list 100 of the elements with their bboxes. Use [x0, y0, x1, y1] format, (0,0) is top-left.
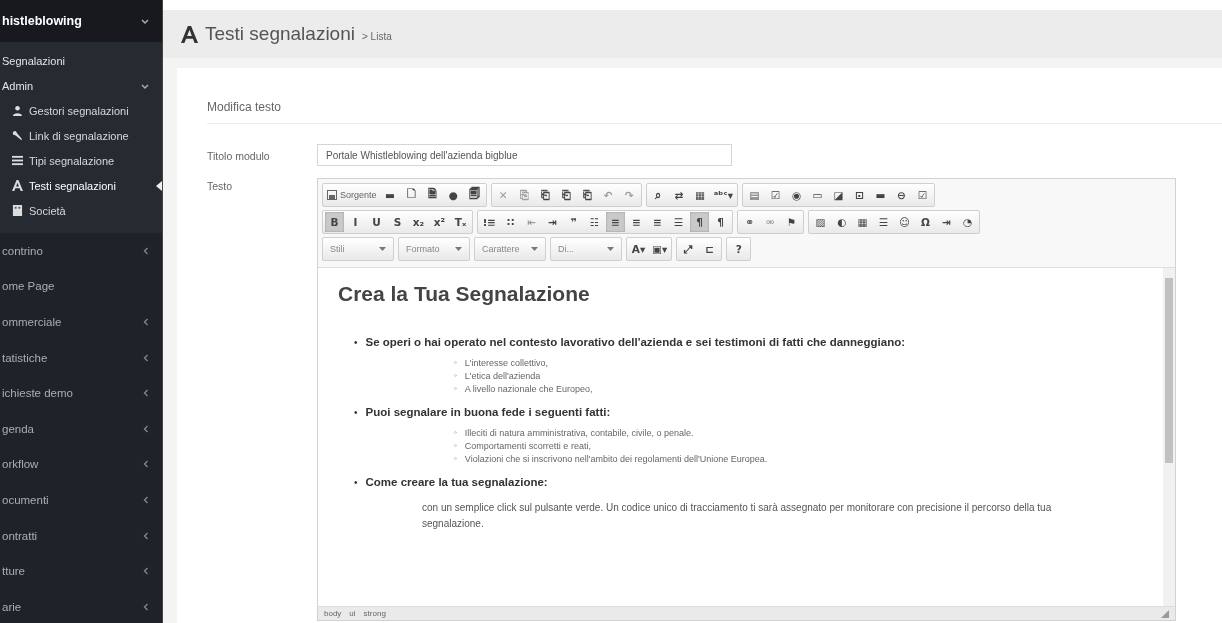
- toolbar-button[interactable]: ▦: [690, 185, 710, 205]
- sidebar-header[interactable]: histleblowing: [2, 14, 82, 28]
- toolbar-button[interactable]: ▬: [871, 185, 890, 205]
- toolbar-button[interactable]: ⊏: [700, 239, 720, 259]
- toolbar-dropdown[interactable]: Stili: [325, 239, 391, 259]
- toolbar-button[interactable]: ⌕: [648, 185, 668, 205]
- toolbar-button[interactable]: ◔: [958, 212, 977, 232]
- menu-item[interactable]: Tipi segnalazione: [29, 154, 115, 167]
- section-title: Come creare la tua segnalazione:: [365, 476, 548, 488]
- toolbar-button[interactable]: I: [346, 212, 365, 232]
- toolbar-button[interactable]: 🗋: [401, 185, 421, 205]
- toolbar-button[interactable]: ◐: [832, 212, 851, 232]
- toolbar-button[interactable]: ⚑: [782, 212, 801, 232]
- toolbar-button[interactable]: ▨: [811, 212, 830, 232]
- toolbar-button[interactable]: ◪: [829, 185, 848, 205]
- source-button[interactable]: Sorgente: [325, 185, 379, 205]
- toolbar-button[interactable]: ●: [443, 185, 463, 205]
- toolbar-button[interactable]: ▦: [853, 212, 872, 232]
- toolbar-button[interactable]: B: [325, 212, 344, 232]
- caret-icon: [531, 246, 538, 252]
- toolbar-button[interactable]: ◉: [787, 185, 806, 205]
- toolbar-button[interactable]: x₂: [409, 212, 428, 232]
- toolbar-button[interactable]: ¶: [711, 212, 730, 232]
- toolbar-button[interactable]: ?: [729, 239, 749, 259]
- menu-item[interactable]: tture: [2, 565, 25, 578]
- menu-item[interactable]: Segnalazioni: [2, 54, 65, 67]
- menu-item[interactable]: ichieste demo: [2, 387, 73, 400]
- toolbar-button[interactable]: ⤢: [679, 239, 699, 259]
- toolbar-button[interactable]: ⊖: [892, 185, 911, 205]
- scrollbar[interactable]: [1163, 268, 1175, 606]
- section-title: Puoi segnalare in buona fede i seguenti fatti:: [365, 406, 611, 418]
- list-icon: [12, 155, 23, 166]
- menu-item[interactable]: Gestori segnalazioni: [29, 104, 129, 117]
- toolbar-button[interactable]: U: [367, 212, 386, 232]
- list-item: L'etica dell'azienda: [464, 371, 541, 381]
- toolbar-button[interactable]: 🗐: [464, 185, 484, 205]
- toolbar-button[interactable]: ▭: [808, 185, 827, 205]
- menu-item[interactable]: ommerciale: [2, 316, 62, 328]
- toolbar-button[interactable]: Tₓ: [451, 212, 470, 232]
- menu-item[interactable]: ocumenti: [2, 493, 49, 506]
- toolbar-button[interactable]: ≡: [648, 212, 667, 232]
- element-path-link[interactable]: body: [324, 609, 342, 618]
- list-item: L'interesse collettivo,: [464, 358, 549, 368]
- toolbar-button[interactable]: ⊡: [850, 185, 869, 205]
- toolbar-button[interactable]: ∷: [501, 212, 520, 232]
- toolbar-button[interactable]: ☺: [895, 212, 914, 232]
- toolbar-button[interactable]: ⎗: [577, 185, 597, 205]
- toolbar-button[interactable]: A▾: [629, 239, 648, 259]
- menu-item[interactable]: genda: [2, 422, 34, 435]
- toolbar-button[interactable]: ▣▾: [650, 239, 670, 259]
- toolbar-button[interactable]: ☑: [766, 185, 785, 205]
- toolbar-button[interactable]: ᵃᵇᶜ▾: [711, 185, 735, 205]
- toolbar-button[interactable]: ⎗: [556, 185, 576, 205]
- menu-item[interactable]: ome Page: [2, 280, 55, 293]
- bullet: ◦: [454, 371, 457, 381]
- toolbar-button[interactable]: S: [388, 212, 407, 232]
- menu-item[interactable]: Admin: [2, 79, 34, 92]
- menu-item[interactable]: Testi segnalazioni: [29, 179, 116, 192]
- content-heading: Crea la Tua Segnalazione: [338, 282, 591, 306]
- menu-item[interactable]: arie: [2, 600, 22, 613]
- toolbar-button[interactable]: ⁝≡: [480, 212, 499, 232]
- menu-item[interactable]: contrino: [2, 244, 43, 257]
- menu-item[interactable]: Link di segnalazione: [29, 129, 129, 142]
- menu-item[interactable]: orkflow: [2, 458, 39, 471]
- toolbar-button[interactable]: ≡: [627, 212, 646, 232]
- toolbar-button[interactable]: 🗎: [422, 185, 442, 205]
- document-icon: [327, 190, 337, 200]
- toolbar-button[interactable]: ▤: [745, 185, 764, 205]
- element-path-link[interactable]: strong: [363, 609, 386, 618]
- toolbar-button[interactable]: ⚭: [740, 212, 759, 232]
- toolbar-button[interactable]: ⎗: [535, 185, 555, 205]
- menu-item[interactable]: tatistiche: [2, 351, 48, 364]
- toolbar-button[interactable]: ⇥: [937, 212, 956, 232]
- input-field[interactable]: Portale Whistleblowing dell'azienda bigblue: [317, 144, 732, 166]
- bullet: •: [354, 407, 358, 418]
- paragraph: con un semplice click sul pulsante verde. Un codice unico di tracciamento ti sarà assegnato per monitorare con precisione il percorso della tua segnalazione.: [422, 501, 1053, 531]
- breadcrumb[interactable]: > Lista: [362, 31, 392, 42]
- bullet: ◦: [454, 454, 457, 464]
- toolbar-button[interactable]: ¶: [690, 212, 709, 232]
- toolbar-button[interactable]: ☷: [585, 212, 604, 232]
- bullet: •: [354, 477, 358, 488]
- bullet: •: [354, 337, 358, 348]
- toolbar-button[interactable]: ▬: [380, 185, 400, 205]
- toolbar-button[interactable]: ❞: [564, 212, 583, 232]
- menu-item[interactable]: Società: [29, 204, 66, 217]
- menu-item[interactable]: ontratti: [2, 529, 38, 542]
- bullet: ◦: [454, 428, 457, 438]
- toolbar-button[interactable]: ⇥: [543, 212, 562, 232]
- element-path-link[interactable]: ul: [349, 609, 356, 618]
- resize-grip-icon[interactable]: [1161, 609, 1169, 618]
- toolbar-button[interactable]: Ω: [916, 212, 935, 232]
- toolbar-button[interactable]: ≡: [606, 212, 625, 232]
- toolbar-button[interactable]: ☰: [669, 212, 688, 232]
- list-item: Illeciti di natura amministrativa, contabile, civile, o penale.: [464, 428, 694, 438]
- toolbar-button[interactable]: ☰: [874, 212, 893, 232]
- user-icon: [12, 105, 23, 116]
- toolbar-button[interactable]: ☑: [913, 185, 932, 205]
- toolbar-button[interactable]: ⇄: [669, 185, 689, 205]
- wrench-icon: [12, 130, 23, 141]
- toolbar-button[interactable]: x²: [430, 212, 449, 232]
